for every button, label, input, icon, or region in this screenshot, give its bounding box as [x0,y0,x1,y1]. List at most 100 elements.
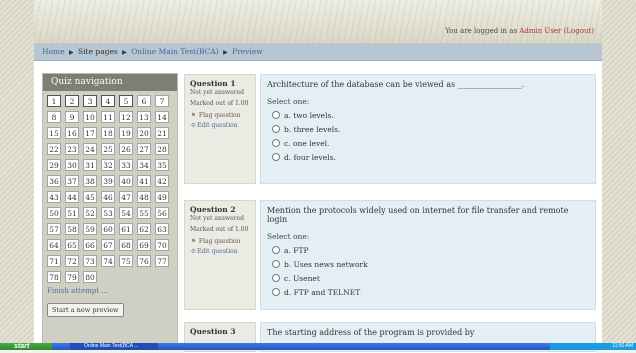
edit-question-link[interactable]: ⚙Edit question [190,248,250,255]
answer-option[interactable]: b. three levels. [267,123,589,137]
question-nav-button[interactable]: 78 [47,271,61,283]
question-nav-button[interactable]: 72 [65,255,79,267]
radio-button[interactable] [272,246,280,254]
question-nav-button[interactable]: 46 [101,191,115,203]
question-nav-button[interactable]: 79 [65,271,79,283]
finish-attempt-link[interactable]: Finish attempt ... [47,287,177,295]
answer-option[interactable]: c. one level. [267,137,589,151]
question-nav-button[interactable]: 18 [101,127,115,139]
question-nav-button[interactable]: 21 [155,127,169,139]
question-nav-button[interactable]: 53 [101,207,115,219]
answer-label[interactable]: b. three levels. [284,125,340,134]
question-nav-button[interactable]: 58 [65,223,79,235]
answer-label[interactable]: a. two levels. [284,111,334,120]
question-nav-button[interactable]: 43 [47,191,61,203]
question-nav-button[interactable]: 37 [65,175,79,187]
question-nav-button[interactable]: 4 [101,95,115,107]
question-nav-button[interactable]: 23 [65,143,79,155]
question-nav-button[interactable]: 71 [47,255,61,267]
question-nav-button[interactable]: 22 [47,143,61,155]
breadcrumb-preview[interactable]: Preview [232,47,263,56]
question-nav-button[interactable]: 12 [119,111,133,123]
question-nav-button[interactable]: 56 [155,207,169,219]
question-nav-button[interactable]: 54 [119,207,133,219]
question-nav-button[interactable]: 61 [119,223,133,235]
question-nav-button[interactable]: 47 [119,191,133,203]
question-nav-button[interactable]: 36 [47,175,61,187]
answer-label[interactable]: a. FTP [284,246,309,255]
question-nav-button[interactable]: 14 [155,111,169,123]
radio-button[interactable] [272,288,280,296]
question-nav-button[interactable]: 42 [155,175,169,187]
question-nav-button[interactable]: 66 [83,239,97,251]
question-nav-button[interactable]: 41 [137,175,151,187]
question-nav-button[interactable]: 35 [155,159,169,171]
question-nav-button[interactable]: 30 [65,159,79,171]
question-nav-button[interactable]: 16 [65,127,79,139]
question-nav-button[interactable]: 75 [119,255,133,267]
question-nav-button[interactable]: 20 [137,127,151,139]
taskbar-window-item[interactable]: Online Main Test(BCA ... [70,343,158,350]
question-nav-button[interactable]: 19 [119,127,133,139]
question-nav-button[interactable]: 68 [119,239,133,251]
question-nav-button[interactable]: 8 [47,111,61,123]
edit-question-link[interactable]: ⚙Edit question [190,122,250,129]
question-nav-button[interactable]: 64 [47,239,61,251]
question-nav-button[interactable]: 11 [101,111,115,123]
answer-label[interactable]: b. Uses news network [284,260,368,269]
question-nav-button[interactable]: 59 [83,223,97,235]
question-nav-button[interactable]: 76 [137,255,151,267]
question-nav-button[interactable]: 48 [137,191,151,203]
question-nav-button[interactable]: 80 [83,271,97,283]
answer-option[interactable]: a. FTP [267,244,589,258]
user-link[interactable]: Admin User [519,27,561,35]
answer-label[interactable]: c. one level. [284,139,329,148]
question-nav-button[interactable]: 60 [101,223,115,235]
start-button[interactable]: start [0,343,52,350]
flag-question-link[interactable]: ⚑ Flag question [190,112,250,119]
question-nav-button[interactable]: 24 [83,143,97,155]
question-nav-button[interactable]: 29 [47,159,61,171]
answer-option[interactable]: d. FTP and TELNET [267,286,589,300]
question-nav-button[interactable]: 15 [47,127,61,139]
question-nav-button[interactable]: 70 [155,239,169,251]
question-nav-button[interactable]: 1 [47,95,61,107]
flag-question-link[interactable]: ⚑ Flag question [190,238,250,245]
question-nav-button[interactable]: 52 [83,207,97,219]
question-nav-button[interactable]: 77 [155,255,169,267]
radio-button[interactable] [272,153,280,161]
question-nav-button[interactable]: 33 [119,159,133,171]
answer-option[interactable]: a. two levels. [267,109,589,123]
answer-option[interactable]: d. four levels. [267,151,589,165]
radio-button[interactable] [272,139,280,147]
question-nav-button[interactable]: 32 [101,159,115,171]
question-nav-button[interactable]: 50 [47,207,61,219]
answer-label[interactable]: c. Usenet [284,274,320,283]
question-nav-button[interactable]: 9 [65,111,79,123]
question-nav-button[interactable]: 34 [137,159,151,171]
question-nav-button[interactable]: 25 [101,143,115,155]
logout-link[interactable]: (Logout) [564,27,594,35]
question-nav-button[interactable]: 38 [83,175,97,187]
question-nav-button[interactable]: 67 [101,239,115,251]
question-nav-button[interactable]: 39 [101,175,115,187]
question-nav-button[interactable]: 62 [137,223,151,235]
question-nav-button[interactable]: 31 [83,159,97,171]
question-nav-button[interactable]: 69 [137,239,151,251]
question-nav-button[interactable]: 17 [83,127,97,139]
answer-label[interactable]: d. four levels. [284,153,336,162]
radio-button[interactable] [272,274,280,282]
breadcrumb-home[interactable]: Home [42,47,65,56]
radio-button[interactable] [272,111,280,119]
question-nav-button[interactable]: 2 [65,95,79,107]
question-nav-button[interactable]: 74 [101,255,115,267]
question-nav-button[interactable]: 5 [119,95,133,107]
radio-button[interactable] [272,125,280,133]
answer-option[interactable]: b. Uses news network [267,258,589,272]
question-nav-button[interactable]: 27 [137,143,151,155]
question-nav-button[interactable]: 28 [155,143,169,155]
question-nav-button[interactable]: 65 [65,239,79,251]
answer-option[interactable]: c. Usenet [267,272,589,286]
question-nav-button[interactable]: 51 [65,207,79,219]
question-nav-button[interactable]: 55 [137,207,151,219]
